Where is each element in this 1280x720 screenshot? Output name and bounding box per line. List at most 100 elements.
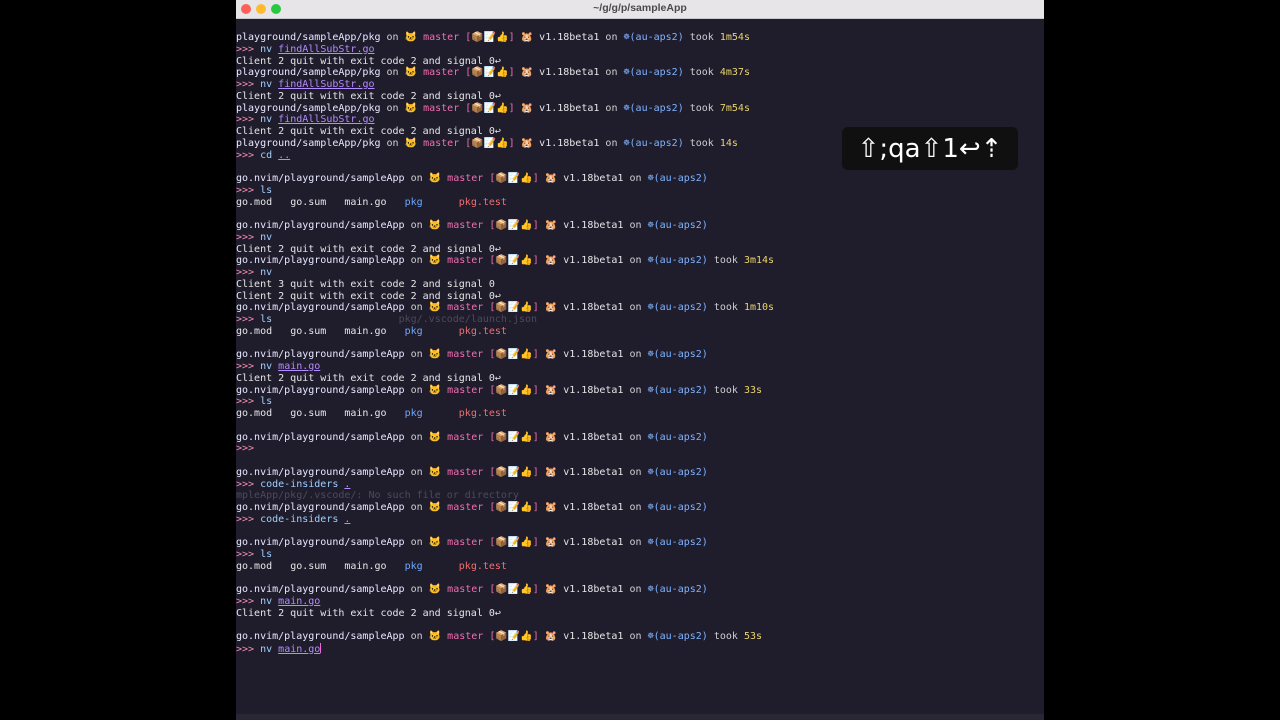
prompt-line: go.nvim/playground/sampleApp on 🐱 master… (236, 302, 1044, 314)
git-status: [📦📝👍] (489, 349, 539, 361)
git-status: [📦📝👍] (465, 67, 515, 79)
go-gopher-icon: 🐹 (544, 384, 558, 396)
command-line: >>> ls (236, 549, 1044, 561)
go-gopher-icon: 🐹 (520, 137, 534, 149)
kube-context: (au-aps2) (653, 431, 708, 443)
go-gopher-icon: 🐹 (544, 584, 558, 596)
git-cat-icon: 🐱 (428, 537, 442, 549)
kube-context: (au-aps2) (653, 631, 708, 643)
go-version: v1.18beta1 (563, 220, 624, 231)
prompt-line: go.nvim/playground/sampleApp on 🐱 master… (236, 467, 1044, 479)
prompt-path: go.nvim/playground/sampleApp (236, 302, 405, 314)
faded-text: mpleApp/pkg/.vscode/: No such file or di… (236, 490, 519, 502)
output-line: Client 2 quit with exit code 2 and signa… (236, 91, 1044, 103)
command-name: nv (260, 43, 273, 55)
go-gopher-icon: 🐹 (544, 502, 558, 513)
prompt-line: go.nvim/playground/sampleApp on 🐱 master… (236, 432, 1044, 444)
file-entry: main.go (344, 196, 387, 208)
prompt-arrows: >>> (236, 361, 255, 372)
git-branch: master (447, 631, 484, 643)
kube-context: (au-aps2) (653, 173, 708, 184)
command-line: >>> nv findAllSubStr.go (236, 79, 1044, 91)
go-gopher-icon: 🐹 (520, 102, 534, 114)
prompt-arrows: >>> (236, 231, 255, 243)
command-line: >>> nv findAllSubStr.go (236, 114, 1044, 126)
git-status: [📦📝👍] (465, 102, 515, 114)
command-line: >>> nv (236, 267, 1044, 279)
prompt-line: playground/sampleApp/pkg on 🐱 master [📦📝… (236, 103, 1044, 115)
command-duration: 4m37s (719, 67, 750, 79)
file-entry: main.go (344, 560, 387, 572)
kube-context: (au-aps2) (653, 302, 708, 314)
output-text: Client 2 quit with exit code 2 and signa… (236, 55, 501, 67)
prompt-line: go.nvim/playground/sampleApp on 🐱 master… (236, 631, 1044, 643)
go-gopher-icon: 🐹 (544, 173, 558, 184)
go-version: v1.18beta1 (563, 349, 624, 361)
file-entry: go.mod (236, 196, 273, 208)
prompt-arrows: >>> (236, 149, 255, 161)
text-cursor (320, 643, 322, 653)
prompt-arrows: >>> (236, 314, 255, 325)
git-branch: master (447, 537, 484, 549)
git-branch: master (423, 137, 460, 149)
prompt-on: on (605, 102, 618, 114)
prompt-on: on (605, 32, 618, 43)
command-line: >>> nv main.go (236, 596, 1044, 608)
git-branch: master (423, 32, 460, 43)
file-entry: go.sum (290, 560, 327, 572)
prompt-path: playground/sampleApp/pkg (236, 67, 381, 79)
command-name: ls (260, 184, 273, 196)
command-duration: 33s (743, 384, 763, 396)
prompt-on: on (410, 584, 423, 596)
command-name: nv (260, 267, 273, 278)
command-name: nv (260, 231, 273, 243)
kube-context: (au-aps2) (629, 67, 684, 79)
directory-entry: pkg (404, 196, 423, 208)
prompt-path: playground/sampleApp/pkg (236, 102, 381, 114)
git-cat-icon: 🐱 (428, 302, 442, 314)
go-gopher-icon: 🐹 (544, 302, 558, 314)
prompt-on: on (629, 302, 642, 314)
keystroke-overlay: ⇧;qa⇧1↩⇡ (842, 127, 1018, 170)
output-text: Client 2 quit with exit code 2 and signa… (236, 372, 501, 384)
command-line: >>> ls pkg/.vscode/launch.json (236, 314, 1044, 326)
prompt-path: go.nvim/playground/sampleApp (236, 502, 405, 513)
kube-context: (au-aps2) (653, 220, 708, 231)
took-label: took (713, 384, 738, 396)
prompt-arrows: >>> (236, 43, 255, 55)
git-status: [📦📝👍] (465, 137, 515, 149)
kube-context: (au-aps2) (653, 502, 708, 513)
git-status: [📦📝👍] (489, 431, 539, 443)
prompt-line: go.nvim/playground/sampleApp on 🐱 master… (236, 255, 1044, 267)
prompt-on: on (410, 220, 423, 231)
prompt-arrows: >>> (236, 596, 255, 607)
go-version: v1.18beta1 (563, 255, 624, 267)
prompt-on: on (410, 631, 423, 643)
output-text: Client 2 quit with exit code 2 and signa… (236, 126, 501, 137)
directory-entry: pkg (404, 408, 423, 419)
prompt-line: playground/sampleApp/pkg on 🐱 master [📦📝… (236, 67, 1044, 79)
file-entry: main.go (344, 325, 387, 337)
bottom-edge (236, 714, 1044, 720)
command-line: >>> code-insiders . (236, 514, 1044, 526)
took-label: took (713, 631, 738, 643)
keystroke-text: ⇧;qa⇧1↩⇡ (857, 133, 1003, 164)
kube-context: (au-aps2) (629, 137, 684, 149)
took-label: took (689, 67, 714, 79)
git-cat-icon: 🐱 (404, 67, 418, 79)
prompt-arrows: >>> (236, 513, 255, 525)
command-name: ls (260, 396, 273, 408)
prompt-path: go.nvim/playground/sampleApp (236, 631, 405, 643)
kube-context: (au-aps2) (653, 537, 708, 549)
go-gopher-icon: 🐹 (520, 32, 534, 43)
git-status: [📦📝👍] (489, 537, 539, 549)
ls-output-line: go.mod go.sum main.go pkg pkg.test (236, 561, 1044, 573)
command-line: >>> nv (236, 232, 1044, 244)
go-gopher-icon: 🐹 (544, 537, 558, 549)
go-version: v1.18beta1 (563, 584, 624, 596)
prompt-line: go.nvim/playground/sampleApp on 🐱 master… (236, 349, 1044, 361)
prompt-on: on (629, 502, 642, 513)
